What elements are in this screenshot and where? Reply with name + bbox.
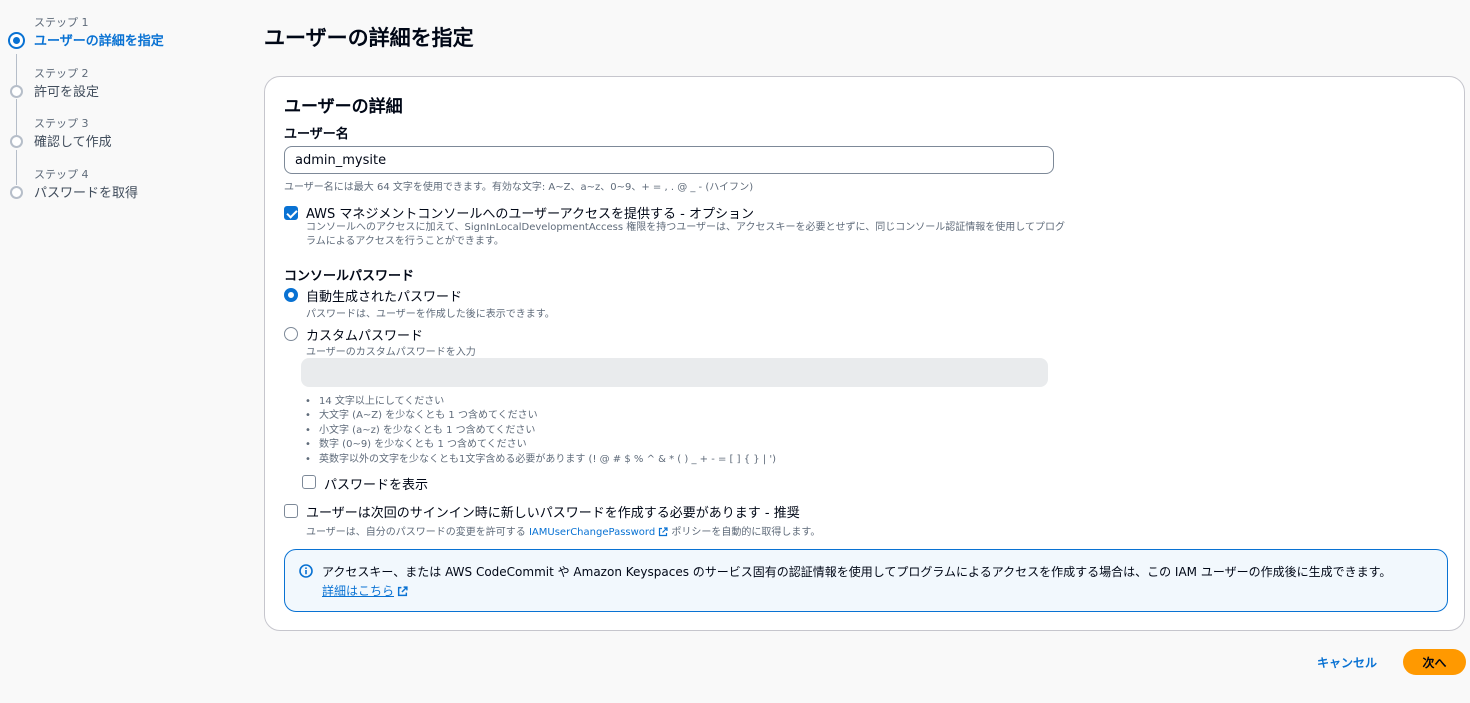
password-rule: 数字 (0~9) を少なくとも 1 つ含めてください xyxy=(305,438,776,453)
external-link-icon xyxy=(659,527,668,537)
console-access-label[interactable]: AWS マネジメントコンソールへのユーザーアクセスを提供する - オプション xyxy=(306,203,754,222)
step-label: 許可を設定 xyxy=(34,85,100,100)
learn-more-label[interactable]: 詳細はこちら xyxy=(322,584,394,598)
console-access-description: コンソールへのアクセスに加えて、SignInLocalDevelopmentAc… xyxy=(306,222,1065,247)
username-label: ユーザー名 xyxy=(284,127,349,142)
username-hint: ユーザー名には最大 64 文字を使用できます。有効な文字: A~Z、a~z、0~… xyxy=(284,182,754,193)
reset-password-description: ユーザーは、自分のパスワードの変更を許可する IAMUserChangePass… xyxy=(306,523,820,538)
custom-password-description: ユーザーのカスタムパスワードを入力 xyxy=(306,347,476,358)
password-rule: 大文字 (A~Z) を少なくとも 1 つ含めてください xyxy=(305,409,776,424)
username-input[interactable] xyxy=(284,146,1054,174)
wizard-step-3[interactable]: ステップ 3 確認して作成 xyxy=(0,115,240,155)
info-text: アクセスキー、または AWS CodeCommit や Amazon Keysp… xyxy=(322,565,1392,579)
custom-password-label[interactable]: カスタムパスワード xyxy=(306,325,423,344)
step-indicator-icon xyxy=(10,135,23,148)
info-icon xyxy=(299,564,313,578)
learn-more-link[interactable]: 詳細はこちら xyxy=(322,582,408,599)
info-alert: アクセスキー、または AWS CodeCommit や Amazon Keysp… xyxy=(284,549,1448,612)
step-label: ユーザーの詳細を指定 xyxy=(34,34,164,49)
password-rules-list: 14 文字以上にしてください 大文字 (A~Z) を少なくとも 1 つ含めてくだ… xyxy=(305,395,776,467)
reset-password-label[interactable]: ユーザーは次回のサインイン時に新しいパスワードを作成する必要があります - 推奨 xyxy=(306,502,800,521)
user-details-panel: ユーザーの詳細 ユーザー名 ユーザー名には最大 64 文字を使用できます。有効な… xyxy=(264,76,1465,631)
reset-desc-prefix: ユーザーは、自分のパスワードの変更を許可する xyxy=(306,527,529,538)
step-number: ステップ 2 xyxy=(34,67,89,80)
wizard-steps: ステップ 1 ユーザーの詳細を指定 ステップ 2 許可を設定 ステップ 3 確認… xyxy=(0,0,240,703)
show-password-label[interactable]: パスワードを表示 xyxy=(324,474,428,493)
step-indicator-icon xyxy=(10,85,23,98)
panel-title: ユーザーの詳細 xyxy=(284,97,403,117)
step-active-indicator-icon xyxy=(8,32,25,49)
wizard-step-1[interactable]: ステップ 1 ユーザーの詳細を指定 xyxy=(0,14,240,54)
step-number: ステップ 4 xyxy=(34,168,89,181)
wizard-step-4[interactable]: ステップ 4 パスワードを取得 xyxy=(0,166,240,206)
reset-desc-suffix: ポリシーを自動的に取得します。 xyxy=(668,527,821,538)
step-label: パスワードを取得 xyxy=(34,186,139,201)
autogen-password-radio[interactable] xyxy=(284,288,298,302)
custom-password-input[interactable] xyxy=(301,358,1048,387)
external-link-icon xyxy=(397,586,408,597)
password-rule: 14 文字以上にしてください xyxy=(305,395,776,410)
step-label: 確認して作成 xyxy=(34,135,112,150)
reset-password-checkbox[interactable] xyxy=(284,504,298,518)
autogen-password-label[interactable]: 自動生成されたパスワード xyxy=(306,286,462,305)
wizard-step-2[interactable]: ステップ 2 許可を設定 xyxy=(0,65,240,105)
iam-user-change-password-link[interactable]: IAMUserChangePassword xyxy=(529,527,655,538)
console-access-checkbox[interactable] xyxy=(284,206,298,220)
custom-password-radio[interactable] xyxy=(284,327,298,341)
next-button[interactable]: 次へ xyxy=(1403,649,1466,675)
autogen-password-description: パスワードは、ユーザーを作成した後に表示できます。 xyxy=(306,309,555,320)
console-password-label: コンソールパスワード xyxy=(284,269,415,284)
step-number: ステップ 1 xyxy=(34,16,89,29)
password-rule: 小文字 (a~z) を少なくとも 1 つ含めてください xyxy=(305,424,776,439)
password-rule: 英数字以外の文字を少なくとも1文字含める必要があります (! @ # $ % ^… xyxy=(305,453,776,468)
step-number: ステップ 3 xyxy=(34,117,89,130)
show-password-checkbox[interactable] xyxy=(302,475,316,489)
step-indicator-icon xyxy=(10,186,23,199)
page-title: ユーザーの詳細を指定 xyxy=(264,26,474,50)
cancel-button[interactable]: キャンセル xyxy=(1302,649,1392,675)
